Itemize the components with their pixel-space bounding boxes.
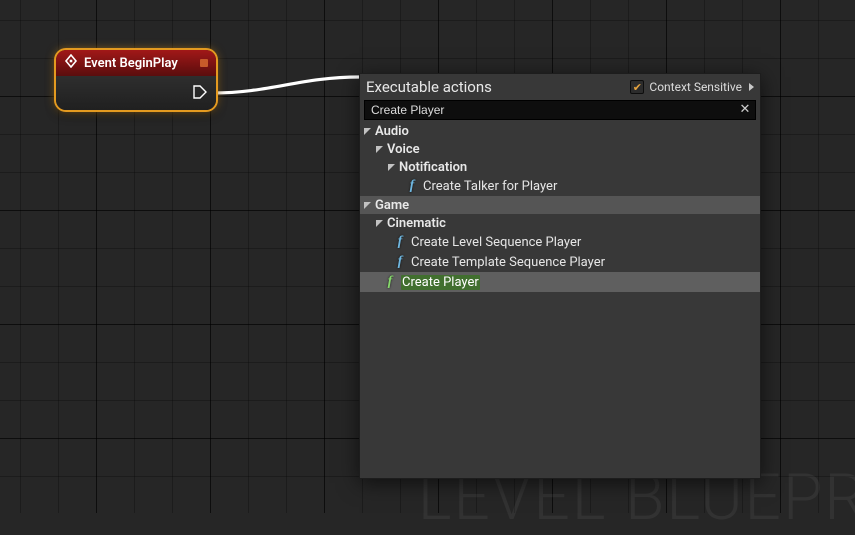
event-beginplay-node[interactable]: Event BeginPlay bbox=[56, 50, 216, 110]
function-icon: f bbox=[406, 178, 418, 194]
expand-icon bbox=[388, 164, 395, 171]
search-input[interactable] bbox=[364, 100, 756, 120]
function-icon: f bbox=[384, 274, 396, 290]
node-title: Event BeginPlay bbox=[84, 56, 178, 71]
category-game[interactable]: Game bbox=[360, 196, 760, 214]
context-sensitive-label: Context Sensitive bbox=[649, 80, 742, 94]
replication-indicator bbox=[200, 59, 208, 67]
category-audio[interactable]: Audio bbox=[360, 122, 760, 140]
category-label: Voice bbox=[387, 142, 420, 157]
category-label: Cinematic bbox=[387, 216, 446, 231]
function-icon: f bbox=[394, 234, 406, 250]
action-create-talker-for-player[interactable]: f Create Talker for Player bbox=[360, 176, 760, 196]
context-sensitive-toggle[interactable]: ✔ Context Sensitive bbox=[630, 80, 754, 94]
checkbox-icon: ✔ bbox=[630, 80, 644, 94]
expand-icon bbox=[364, 202, 371, 209]
action-create-template-sequence-player[interactable]: f Create Template Sequence Player bbox=[360, 252, 760, 272]
expand-icon bbox=[376, 220, 383, 227]
action-label: Create Talker for Player bbox=[423, 179, 557, 194]
category-label: Notification bbox=[399, 160, 467, 175]
node-header[interactable]: Event BeginPlay bbox=[56, 50, 216, 76]
action-label: Create Player bbox=[401, 275, 480, 290]
category-label: Game bbox=[375, 198, 409, 213]
action-menu[interactable]: Executable actions ✔ Context Sensitive ✕… bbox=[359, 73, 761, 479]
function-icon: f bbox=[394, 254, 406, 270]
action-tree[interactable]: Audio Voice Notification f Create Talker… bbox=[360, 122, 760, 478]
action-label: Create Level Sequence Player bbox=[411, 235, 581, 250]
category-notification[interactable]: Notification bbox=[360, 158, 760, 176]
menu-title: Executable actions bbox=[366, 78, 492, 96]
action-create-level-sequence-player[interactable]: f Create Level Sequence Player bbox=[360, 232, 760, 252]
exec-output-pin[interactable] bbox=[192, 84, 208, 100]
action-create-player[interactable]: f Create Player bbox=[360, 272, 760, 292]
event-icon bbox=[64, 54, 78, 72]
search-box[interactable]: ✕ bbox=[364, 100, 756, 120]
menu-header: Executable actions ✔ Context Sensitive bbox=[360, 74, 760, 100]
chevron-right-icon bbox=[749, 83, 754, 91]
action-label: Create Template Sequence Player bbox=[411, 255, 605, 270]
clear-search-icon[interactable]: ✕ bbox=[737, 102, 753, 118]
category-voice[interactable]: Voice bbox=[360, 140, 760, 158]
category-label: Audio bbox=[375, 124, 409, 139]
category-cinematic[interactable]: Cinematic bbox=[360, 214, 760, 232]
expand-icon bbox=[376, 146, 383, 153]
node-body bbox=[56, 76, 216, 110]
expand-icon bbox=[364, 128, 371, 135]
